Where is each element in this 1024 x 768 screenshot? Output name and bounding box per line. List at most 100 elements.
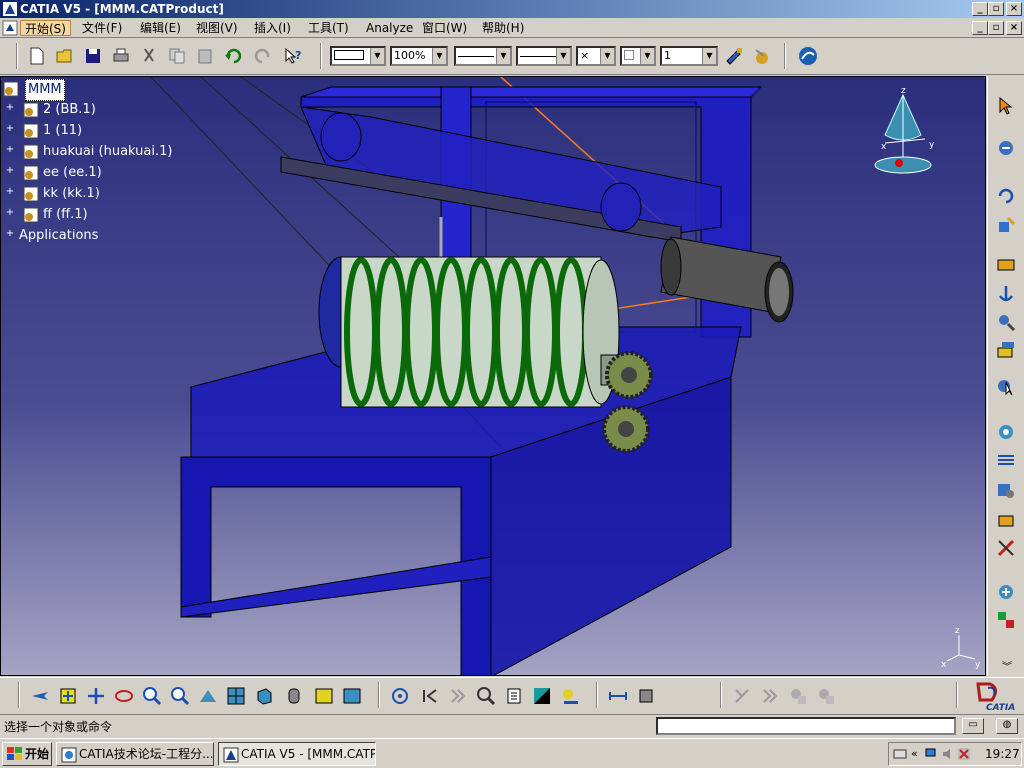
disabled-next-icon[interactable] [758, 684, 782, 708]
painter-icon[interactable] [722, 44, 746, 68]
save-icon[interactable] [81, 44, 105, 68]
fit-all-icon[interactable] [56, 684, 80, 708]
new-icon[interactable] [25, 44, 49, 68]
tree-item-label[interactable]: 2 (BB.1) [43, 100, 96, 120]
taskbar-task-catia[interactable]: CATIA V5 - [MMM.CATPr... [218, 742, 376, 766]
expand-icon[interactable]: + [5, 208, 15, 219]
menu-help[interactable]: 帮助(H) [478, 20, 528, 36]
security-alert-icon[interactable] [957, 747, 971, 761]
annotation-icon[interactable] [634, 684, 658, 708]
update-icon[interactable] [994, 136, 1018, 160]
rotate-view-icon[interactable] [112, 684, 136, 708]
snap-icon[interactable] [994, 214, 1018, 238]
fly-mode-icon[interactable] [28, 684, 52, 708]
expand-icon[interactable]: + [5, 187, 15, 198]
network-icon[interactable] [925, 747, 939, 761]
print-icon[interactable] [109, 44, 133, 68]
menu-file[interactable]: 文件(F) [78, 20, 126, 36]
close-button[interactable]: × [1006, 2, 1022, 16]
compass-snap-icon[interactable] [388, 684, 412, 708]
fill-color-combo[interactable]: ▼ [330, 46, 386, 66]
point-symbol-combo[interactable]: × ▼ [576, 46, 616, 66]
swap-space-icon[interactable] [340, 684, 364, 708]
zoom-in-icon[interactable] [140, 684, 164, 708]
tray-chevron[interactable]: « [911, 747, 918, 760]
next-icon[interactable] [446, 684, 470, 708]
dimension-icon[interactable] [606, 684, 630, 708]
workbench-icon[interactable] [796, 44, 820, 68]
doc-minimize-button[interactable]: _ [972, 21, 988, 35]
normal-view-icon[interactable] [196, 684, 220, 708]
doc-close-button[interactable]: × [1006, 21, 1022, 35]
bom-icon[interactable] [502, 684, 526, 708]
constraint-icon[interactable] [994, 252, 1018, 276]
line-weight-combo[interactable]: ▼ [516, 46, 572, 66]
layer-style-combo[interactable]: ▼ [620, 46, 656, 66]
menu-window[interactable]: 窗口(W) [418, 20, 471, 36]
clash-icon[interactable] [994, 478, 1018, 502]
tree-item-label[interactable]: ff (ff.1) [43, 205, 88, 225]
disabled-tool-icon[interactable] [730, 684, 754, 708]
search-icon[interactable] [474, 684, 498, 708]
menu-start[interactable]: 开始(S) [20, 20, 71, 36]
hide-show-icon[interactable] [312, 684, 336, 708]
rotate-icon[interactable] [994, 184, 1018, 208]
zoom-out-icon[interactable] [168, 684, 192, 708]
shading-icon[interactable] [282, 684, 306, 708]
measure-icon[interactable] [994, 536, 1018, 560]
tree-item-label[interactable]: ee (ee.1) [43, 163, 102, 183]
scenes-icon[interactable] [994, 608, 1018, 632]
tree-item-label[interactable]: kk (kk.1) [43, 184, 100, 204]
keyboard-icon[interactable] [893, 747, 907, 761]
more-tools-chevron[interactable]: ︾ [1002, 658, 1012, 673]
disabled-settings-icon[interactable] [814, 684, 838, 708]
expand-icon[interactable]: + [5, 124, 15, 135]
restore-button[interactable]: ▫ [988, 2, 1004, 16]
disabled-params-icon[interactable] [786, 684, 810, 708]
anchor-icon[interactable] [994, 282, 1018, 306]
tree-item-label[interactable]: 1 (11) [43, 121, 82, 141]
open-icon[interactable] [53, 44, 77, 68]
expand-icon[interactable]: + [5, 145, 15, 156]
section-icon[interactable] [994, 508, 1018, 532]
undo-icon[interactable] [221, 44, 245, 68]
taskbar-task-forum[interactable]: CATIA技术论坛-工程分... [56, 742, 214, 766]
expand-icon[interactable]: + [5, 166, 15, 177]
minimize-button[interactable]: _ [972, 2, 988, 16]
manipulate-icon[interactable] [994, 374, 1018, 398]
lighting-icon[interactable] [558, 684, 582, 708]
menu-tools[interactable]: 工具(T) [304, 20, 353, 36]
cut-icon[interactable] [137, 44, 161, 68]
paste-icon[interactable] [193, 44, 217, 68]
catalog-icon[interactable] [994, 580, 1018, 604]
zoom-combo[interactable]: 100% ▼ [390, 46, 448, 66]
3d-viewport[interactable]: MMM + 2 (BB.1) + 1 (11) + huakuai (huaku… [0, 76, 986, 676]
explode-icon[interactable] [994, 448, 1018, 472]
tree-item-label[interactable]: huakuai (huakuai.1) [43, 142, 172, 162]
command-button-2[interactable]: ◍ [996, 718, 1018, 734]
pan-icon[interactable] [84, 684, 108, 708]
line-type-combo[interactable]: ▼ [454, 46, 512, 66]
menu-edit[interactable]: 编辑(E) [136, 20, 185, 36]
menu-view[interactable]: 视图(V) [192, 20, 242, 36]
menu-analyze[interactable]: Analyze [362, 20, 417, 36]
iso-view-icon[interactable] [252, 684, 276, 708]
command-input[interactable] [656, 717, 956, 735]
multi-view-icon[interactable] [224, 684, 248, 708]
analyze-icon[interactable] [994, 420, 1018, 444]
layer-combo[interactable]: 1 ▼ [660, 46, 718, 66]
applications-label[interactable]: Applications [19, 226, 98, 246]
redo-icon[interactable] [251, 44, 275, 68]
copy-icon[interactable] [165, 44, 189, 68]
volume-icon[interactable] [941, 747, 955, 761]
tree-root-label[interactable]: MMM [25, 79, 65, 101]
material-icon[interactable] [750, 44, 774, 68]
whats-this-icon[interactable]: ? [281, 44, 305, 68]
compass-icon[interactable]: z x y [863, 83, 943, 179]
first-icon[interactable] [418, 684, 442, 708]
render-icon[interactable] [530, 684, 554, 708]
document-icon[interactable] [2, 20, 18, 36]
expand-icon[interactable]: + [5, 103, 15, 114]
expand-icon[interactable]: + [5, 229, 15, 240]
contact-icon[interactable] [994, 310, 1018, 334]
